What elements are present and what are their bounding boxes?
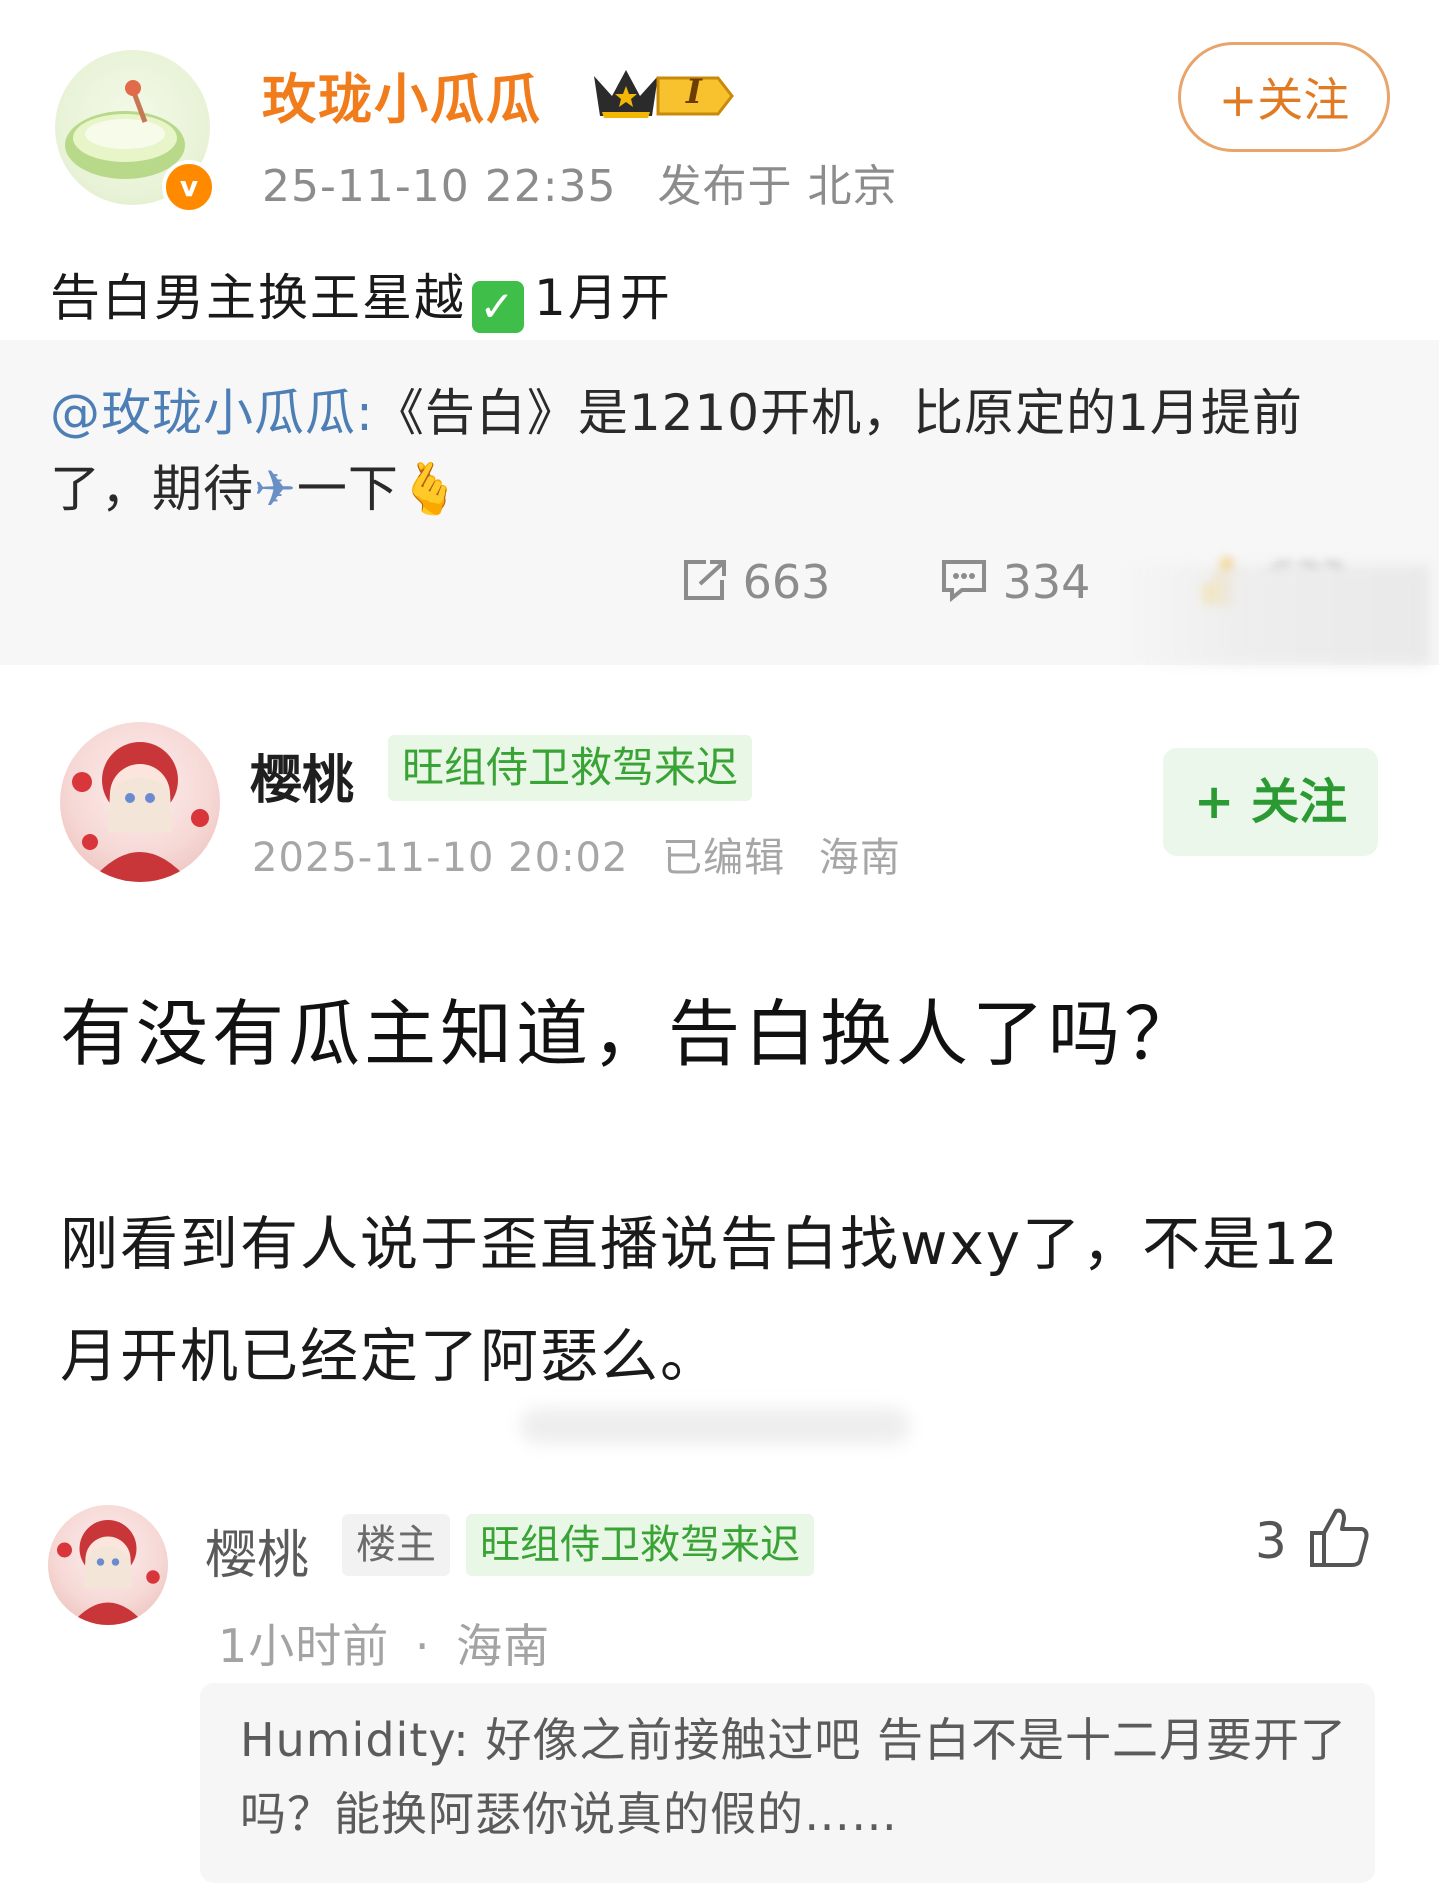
verified-badge-icon: v <box>162 160 216 214</box>
comment-action[interactable]: 334 <box>940 555 1090 609</box>
user-group-tag[interactable]: 旺组侍卫救驾来迟 <box>466 1514 814 1576</box>
follow-button[interactable]: + 关注 <box>1163 748 1378 856</box>
edited-label: 已编辑 <box>662 835 786 881</box>
vip-level-label: I <box>686 72 702 112</box>
reposted-text: @玫珑小瓜瓜:《告白》是1210开机，比原定的1月提前了，期待✈一下🫰 <box>50 375 1380 527</box>
post-body: 刚看到有人说于歪直播说告白找wxy了，不是12月开机已经定了阿瑟么。 <box>60 1210 1340 1390</box>
comment-like-count: 3 <box>1255 1512 1287 1570</box>
post-title: 有没有瓜主知道，告白换人了吗？ <box>60 992 1201 1076</box>
check-mark-icon: ✓ <box>472 281 524 333</box>
separator-dot: · <box>414 1619 431 1673</box>
comment-icon <box>942 560 986 603</box>
post-location: 海南 <box>818 835 901 881</box>
post-text-main: 告白男主换王星越 <box>50 269 466 327</box>
watermark-blur <box>1110 565 1430 665</box>
repost-body-end: 一下 <box>296 460 399 518</box>
post-location: 发布于 北京 <box>657 161 898 212</box>
comment-meta: 1小时前 · 海南 <box>218 1610 550 1676</box>
watermark-blur <box>520 1408 910 1444</box>
comment-time: 1小时前 <box>218 1619 390 1673</box>
comment-username[interactable]: 樱桃 <box>205 1513 309 1588</box>
anime-girl-avatar-icon <box>57 1520 160 1625</box>
finger-heart-emoji-icon: 🫰 <box>398 460 463 518</box>
op-badge: 楼主 <box>342 1514 450 1576</box>
user-group-tag[interactable]: 旺组侍卫救驾来迟 <box>388 735 753 801</box>
comment-count: 334 <box>1002 555 1091 609</box>
mention-link[interactable]: @玫珑小瓜瓜: <box>50 384 374 442</box>
share-icon <box>684 560 726 600</box>
vip-crown-icon: I <box>590 62 735 128</box>
post-text-tail: 1月开 <box>534 269 672 327</box>
post-meta: 2025-11-10 20:02 已编辑 海南 <box>252 825 901 883</box>
post-timestamp: 2025-11-10 20:02 <box>252 835 629 881</box>
quoted-reply-text: Humidity: 好像之前接触过吧 告白不是十二月要开了吗？能换阿瑟你说真的假… <box>240 1713 1347 1841</box>
follow-button[interactable]: +关注 <box>1178 42 1390 152</box>
plane-emoji-icon: ✈ <box>254 460 297 518</box>
post-timestamp: 25-11-10 22:35 <box>262 161 617 212</box>
comment-location: 海南 <box>456 1619 551 1673</box>
comment-avatar[interactable] <box>48 1505 168 1625</box>
thumbs-up-icon[interactable] <box>1306 1505 1372 1575</box>
post-username[interactable]: 玫珑小瓜瓜 <box>262 55 542 134</box>
post-text: 告白男主换王星越 ✓ 1月开 <box>50 258 672 333</box>
user-avatar[interactable] <box>60 722 220 882</box>
repost-count: 663 <box>742 555 831 609</box>
post-username[interactable]: 樱桃 <box>250 738 354 813</box>
post-meta: 25-11-10 22:35 发布于 北京 <box>262 150 898 214</box>
repost-action[interactable]: 663 <box>680 555 830 609</box>
anime-girl-avatar-icon <box>72 742 209 882</box>
